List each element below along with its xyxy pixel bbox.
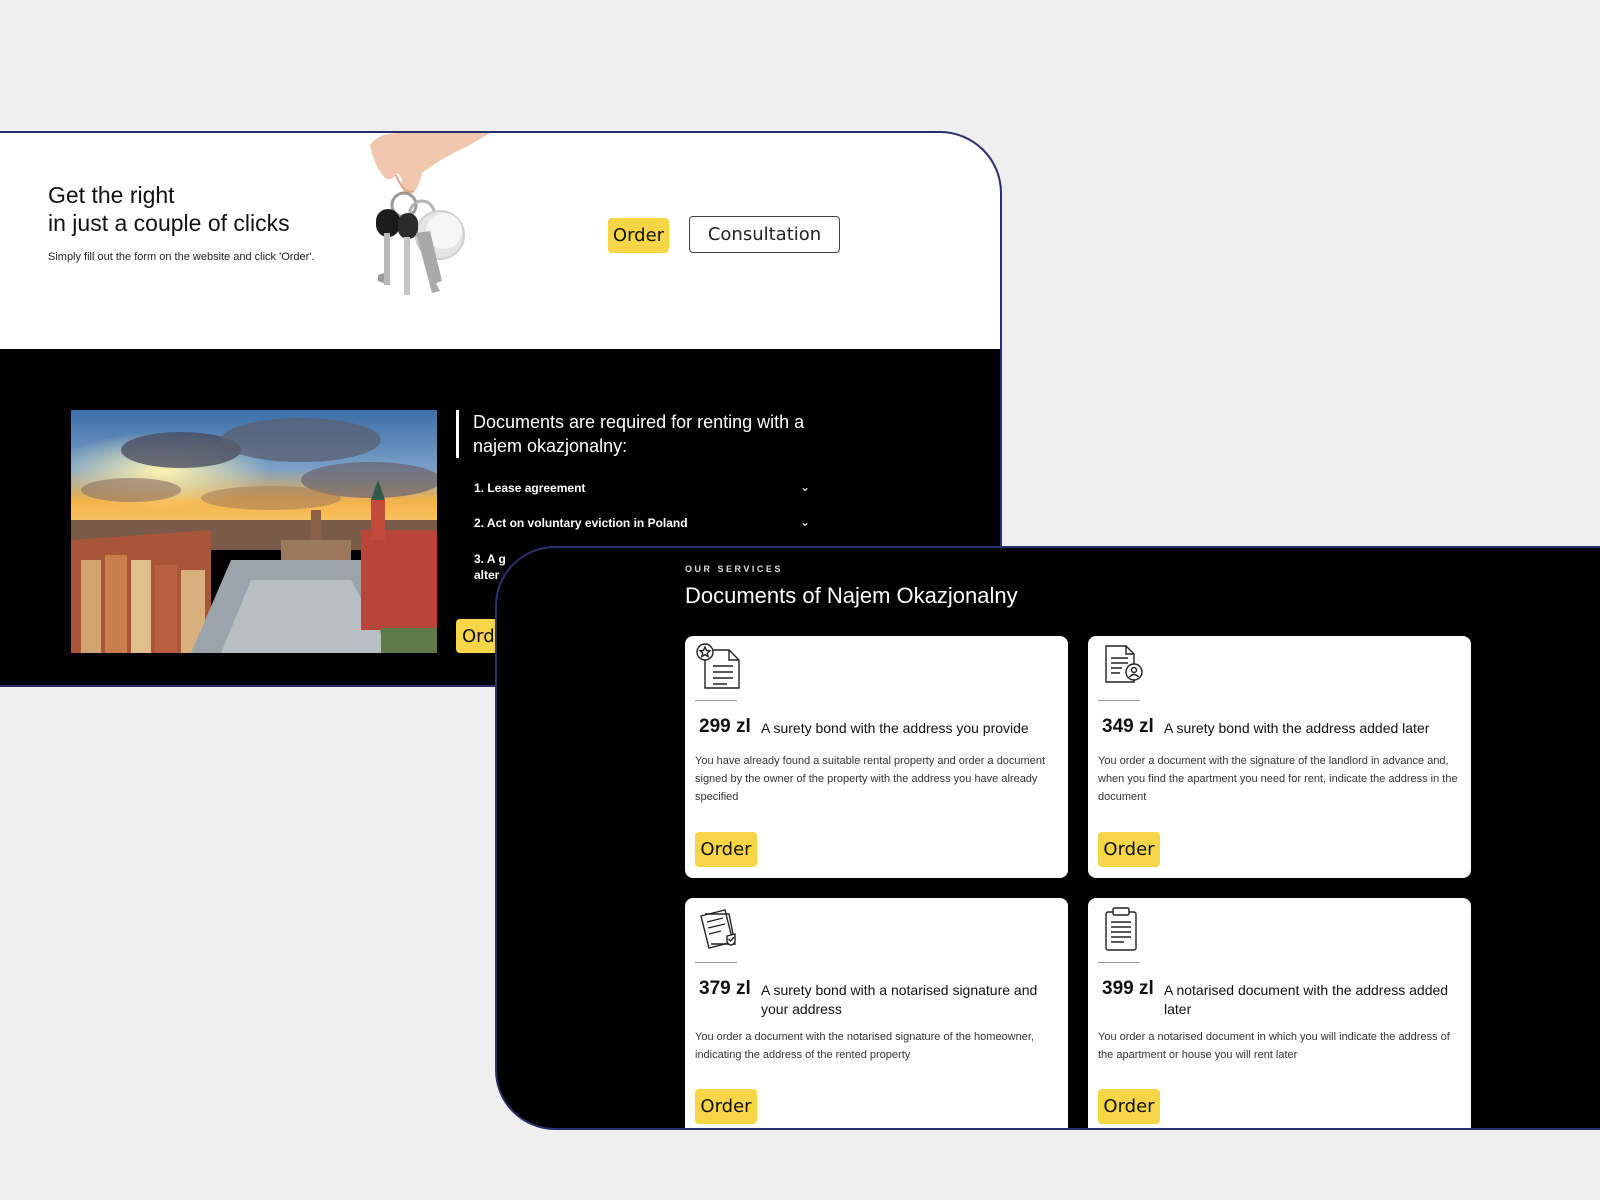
accordion-label: 1. Lease agreement: [474, 481, 586, 495]
divider: [695, 700, 737, 701]
certificate-star-icon: [696, 643, 740, 689]
hero-title-line1: Get the right: [48, 182, 175, 208]
card-order-button[interactable]: Order: [1098, 832, 1160, 867]
service-card: 349 zl A surety bond with the address ad…: [1088, 636, 1471, 878]
divider: [1098, 962, 1140, 963]
card-title: A surety bond with a notarised signature…: [761, 982, 1038, 1017]
section-eyebrow: OUR SERVICES: [685, 564, 783, 574]
card-price: 349 zl: [1102, 716, 1154, 737]
accordion-item-lease[interactable]: 1. Lease agreement ⌄: [474, 480, 810, 495]
accordion-item-eviction[interactable]: 2. Act on voluntary eviction in Poland ⌄: [474, 515, 810, 530]
card-description: You order a document with the notarised …: [695, 1031, 1034, 1061]
clipboard-icon: [1105, 907, 1137, 951]
accordion-label: 2. Act on voluntary eviction in Poland: [474, 516, 688, 530]
service-card: 299 zl A surety bond with the address yo…: [685, 636, 1068, 878]
card-description: You order a notarised document in which …: [1098, 1031, 1450, 1061]
hero-order-button[interactable]: Order: [608, 218, 669, 253]
card-order-button[interactable]: Order: [1098, 1089, 1160, 1124]
card-description: You order a document with the signature …: [1098, 755, 1458, 803]
card-price: 399 zl: [1102, 978, 1154, 999]
hero-subtitle: Simply fill out the form on the website …: [48, 251, 315, 263]
card-order-button[interactable]: Order: [695, 1089, 757, 1124]
warsaw-old-town-image: [71, 410, 437, 653]
hand-keys-image: [370, 133, 490, 295]
card-title: A notarised document with the address ad…: [1164, 982, 1449, 1017]
card-order-button[interactable]: Order: [695, 832, 757, 867]
card-title: A surety bond with the address added lat…: [1164, 720, 1430, 736]
services-panel: OUR SERVICES Documents of Najem Okazjona…: [495, 546, 1600, 1130]
hero-section: Get the right in just a couple of clicks…: [0, 133, 1000, 349]
card-title: A surety bond with the address you provi…: [761, 720, 1029, 736]
service-card: 379 zl A surety bond with a notarised si…: [685, 898, 1068, 1128]
consultation-button[interactable]: Consultation: [689, 216, 840, 253]
chevron-down-icon: ⌄: [799, 515, 810, 529]
notarised-check-icon: [700, 909, 736, 949]
document-user-icon: [1105, 645, 1143, 683]
services-title: Documents of Najem Okazjonalny: [685, 583, 1018, 608]
hero-title: Get the right in just a couple of clicks: [48, 181, 290, 237]
card-price: 299 zl: [699, 716, 751, 737]
card-description: You have already found a suitable rental…: [695, 755, 1045, 803]
card-price: 379 zl: [699, 978, 751, 999]
documents-heading: Documents are required for renting with …: [456, 410, 836, 458]
divider: [1098, 700, 1140, 701]
service-card: 399 zl A notarised document with the add…: [1088, 898, 1471, 1128]
divider: [695, 962, 737, 963]
chevron-down-icon: ⌄: [799, 480, 810, 494]
hero-title-line2: in just a couple of clicks: [48, 210, 290, 236]
